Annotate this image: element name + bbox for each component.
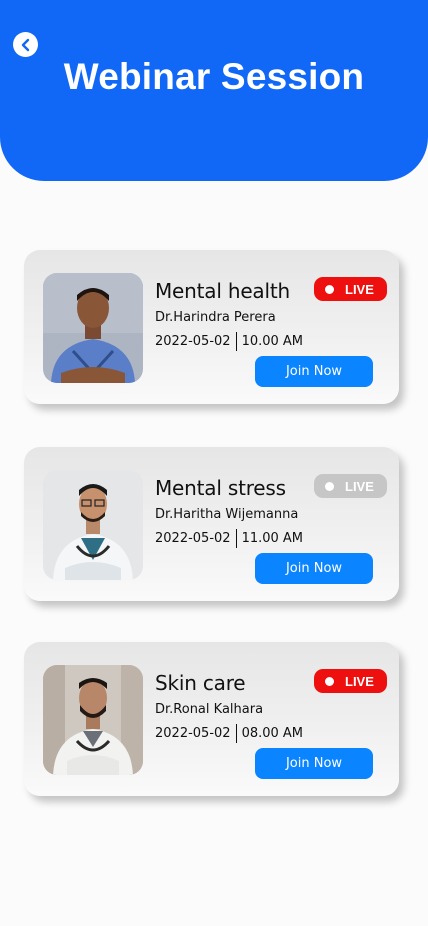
chevron-left-icon [21,38,29,51]
live-dot-icon [325,481,334,491]
session-title: Skin care [155,671,246,695]
header: Webinar Session [0,0,428,181]
doctor-name: Dr.Haritha Wijemanna [155,507,299,522]
session-date: 2022-05-02 [155,334,231,349]
divider [235,332,237,351]
page-title: Webinar Session [63,56,365,97]
session-time: 08.00 AM [241,726,304,741]
session-title: Mental stress [155,476,286,500]
live-badge[interactable]: LIVE [314,277,387,301]
join-now-button[interactable]: Join Now [255,356,373,387]
session-card: Skin care Dr.Ronal Kalhara 2022-05-02 08… [24,642,399,796]
live-badge[interactable]: LIVE [314,474,387,498]
session-datetime: 2022-05-02 10.00 AM [155,332,303,351]
session-card: Mental stress Dr.Haritha Wijemanna 2022-… [24,447,399,601]
live-label: LIVE [345,478,374,494]
session-card: Mental health Dr.Harindra Perera 2022-05… [24,250,399,404]
divider [235,529,237,548]
doctor-photo [43,470,143,580]
live-label: LIVE [345,281,374,297]
session-title: Mental health [155,279,290,303]
doctor-name: Dr.Ronal Kalhara [155,702,264,717]
doctor-photo [43,273,143,383]
doctor-photo [43,665,143,775]
live-label: LIVE [345,673,374,689]
live-dot-icon [325,284,334,294]
doctor-name: Dr.Harindra Perera [155,310,276,325]
join-now-button[interactable]: Join Now [255,748,373,779]
back-button[interactable] [13,32,38,57]
join-now-button[interactable]: Join Now [255,553,373,584]
session-time: 11.00 AM [241,531,304,546]
session-time: 10.00 AM [241,334,304,349]
live-dot-icon [325,676,334,686]
session-date: 2022-05-02 [155,531,231,546]
session-datetime: 2022-05-02 11.00 AM [155,529,303,548]
live-badge[interactable]: LIVE [314,669,387,693]
session-datetime: 2022-05-02 08.00 AM [155,724,303,743]
session-date: 2022-05-02 [155,726,231,741]
divider [235,724,237,743]
